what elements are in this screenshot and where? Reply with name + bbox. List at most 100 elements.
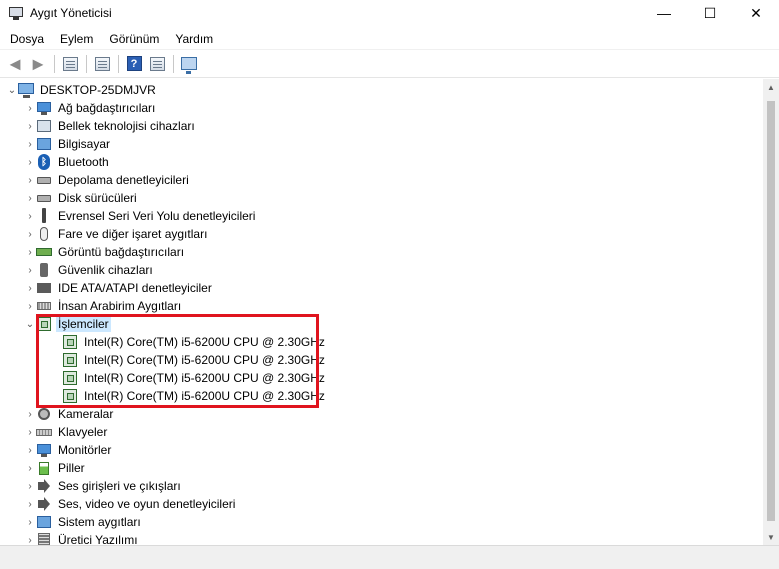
scrollbar-thumb[interactable] bbox=[767, 101, 775, 521]
collapsed-chevron-icon[interactable]: › bbox=[24, 243, 36, 261]
collapsed-chevron-icon[interactable]: › bbox=[24, 153, 36, 171]
no-expander bbox=[50, 351, 62, 369]
tree-item-network-adapters[interactable]: › Ağ bağdaştırıcıları bbox=[24, 99, 157, 117]
tree-item-memory-devices[interactable]: › Bellek teknolojisi cihazları bbox=[24, 117, 197, 135]
tree-item-processors[interactable]: ⌄ İşlemciler bbox=[24, 315, 111, 333]
back-button[interactable]: ◄ bbox=[4, 53, 26, 75]
collapsed-chevron-icon[interactable]: › bbox=[24, 189, 36, 207]
tree-item-label: Ağ bağdaştırıcıları bbox=[58, 101, 156, 115]
tree-item-label: Kameralar bbox=[58, 407, 114, 421]
window-title: Aygıt Yöneticisi bbox=[30, 6, 112, 20]
tree-item-batteries[interactable]: › Piller bbox=[24, 459, 87, 477]
tree-item-label: Ses, video ve oyun denetleyicileri bbox=[58, 497, 236, 511]
action-pane-icon bbox=[149, 56, 165, 71]
collapsed-chevron-icon[interactable]: › bbox=[24, 441, 36, 459]
menu-help[interactable]: Yardım bbox=[167, 29, 221, 49]
tree-item-label: Intel(R) Core(TM) i5-6200U CPU @ 2.30GHz bbox=[84, 389, 325, 403]
show-hide-console-tree-button[interactable] bbox=[59, 53, 81, 75]
tree-item-disk-drives[interactable]: › Disk sürücüleri bbox=[24, 189, 139, 207]
help-button[interactable]: ? bbox=[123, 53, 145, 75]
monitor-icon bbox=[36, 442, 52, 458]
collapsed-chevron-icon[interactable]: › bbox=[24, 225, 36, 243]
close-button[interactable]: ✕ bbox=[733, 0, 779, 26]
tree-item-monitors[interactable]: › Monitörler bbox=[24, 441, 113, 459]
collapsed-chevron-icon[interactable]: › bbox=[24, 423, 36, 441]
tree-item-audio-io[interactable]: › Ses girişleri ve çıkışları bbox=[24, 477, 183, 495]
no-expander bbox=[50, 387, 62, 405]
collapsed-chevron-icon[interactable]: › bbox=[24, 117, 36, 135]
menu-view[interactable]: Görünüm bbox=[101, 29, 167, 49]
tree-item-cameras[interactable]: › Kameralar bbox=[24, 405, 115, 423]
hid-icon bbox=[36, 298, 52, 314]
toolbar-separator bbox=[118, 54, 119, 73]
toolbar: ◄ ► ? bbox=[0, 50, 779, 78]
tree-item-mice[interactable]: › Fare ve diğer işaret aygıtları bbox=[24, 225, 209, 243]
scan-hardware-button[interactable] bbox=[178, 53, 200, 75]
menu-action[interactable]: Eylem bbox=[52, 29, 101, 49]
tree-item-sound-video[interactable]: › Ses, video ve oyun denetleyicileri bbox=[24, 495, 237, 513]
scroll-up-icon[interactable]: ▲ bbox=[763, 79, 779, 95]
tree-item-label: Bellek teknolojisi cihazları bbox=[58, 119, 195, 133]
action-pane-button[interactable] bbox=[146, 53, 168, 75]
collapsed-chevron-icon[interactable]: › bbox=[24, 135, 36, 153]
tree-item-firmware[interactable]: › Üretici Yazılımı bbox=[24, 531, 140, 545]
tree-item-label: Görüntü bağdaştırıcıları bbox=[58, 245, 185, 259]
tree-root-label: DESKTOP-25DMJVR bbox=[40, 83, 156, 97]
tree-item-ide-controllers[interactable]: › IDE ATA/ATAPI denetleyiciler bbox=[24, 279, 214, 297]
vertical-scrollbar[interactable]: ▲ ▼ bbox=[763, 79, 779, 545]
forward-arrow-icon: ► bbox=[29, 53, 47, 74]
tree-item-cpu-1[interactable]: Intel(R) Core(TM) i5-6200U CPU @ 2.30GHz bbox=[50, 351, 327, 369]
no-expander bbox=[50, 333, 62, 351]
collapsed-chevron-icon[interactable]: › bbox=[24, 297, 36, 315]
help-icon: ? bbox=[126, 56, 142, 71]
collapsed-chevron-icon[interactable]: › bbox=[24, 99, 36, 117]
scroll-down-icon[interactable]: ▼ bbox=[763, 529, 779, 545]
tree-item-usb-controllers[interactable]: › Evrensel Seri Veri Yolu denetleyiciler… bbox=[24, 207, 257, 225]
collapsed-chevron-icon[interactable]: › bbox=[24, 171, 36, 189]
tree-item-storage-controllers[interactable]: › Depolama denetleyicileri bbox=[24, 171, 191, 189]
toolbar-separator bbox=[86, 54, 87, 73]
collapsed-chevron-icon[interactable]: › bbox=[24, 405, 36, 423]
collapsed-chevron-icon[interactable]: › bbox=[24, 513, 36, 531]
back-arrow-icon: ◄ bbox=[6, 53, 24, 74]
maximize-button[interactable]: ☐ bbox=[687, 0, 733, 26]
expanded-chevron-icon[interactable]: ⌄ bbox=[24, 315, 36, 333]
minimize-button[interactable]: — bbox=[641, 0, 687, 26]
processor-icon bbox=[36, 316, 52, 332]
collapsed-chevron-icon[interactable]: › bbox=[24, 207, 36, 225]
disk-drive-icon bbox=[36, 190, 52, 206]
collapsed-chevron-icon[interactable]: › bbox=[24, 459, 36, 477]
tree-item-cpu-3[interactable]: Intel(R) Core(TM) i5-6200U CPU @ 2.30GHz bbox=[50, 387, 327, 405]
tree-item-label: Üretici Yazılımı bbox=[58, 533, 138, 545]
scan-hardware-icon bbox=[181, 57, 197, 74]
storage-controller-icon bbox=[36, 172, 52, 188]
collapsed-chevron-icon[interactable]: › bbox=[24, 531, 36, 546]
network-adapter-icon bbox=[36, 100, 52, 116]
expanded-chevron-icon[interactable]: ⌄ bbox=[6, 81, 18, 99]
tree-item-computer[interactable]: › Bilgisayar bbox=[24, 135, 112, 153]
tree-root[interactable]: ⌄ DESKTOP-25DMJVR bbox=[6, 81, 158, 99]
collapsed-chevron-icon[interactable]: › bbox=[24, 261, 36, 279]
properties-button[interactable] bbox=[91, 53, 113, 75]
properties-icon bbox=[94, 56, 110, 71]
tree-item-bluetooth[interactable]: › ᛒ Bluetooth bbox=[24, 153, 111, 171]
tree-item-label: Fare ve diğer işaret aygıtları bbox=[58, 227, 208, 241]
forward-button[interactable]: ► bbox=[27, 53, 49, 75]
tree-item-display-adapters[interactable]: › Görüntü bağdaştırıcıları bbox=[24, 243, 186, 261]
memory-device-icon bbox=[36, 118, 52, 134]
tree-item-label: Disk sürücüleri bbox=[58, 191, 137, 205]
battery-icon bbox=[36, 460, 52, 476]
menu-file[interactable]: Dosya bbox=[0, 29, 52, 49]
collapsed-chevron-icon[interactable]: › bbox=[24, 477, 36, 495]
tree-item-keyboards[interactable]: › Klavyeler bbox=[24, 423, 109, 441]
collapsed-chevron-icon[interactable]: › bbox=[24, 279, 36, 297]
tree-item-label: Evrensel Seri Veri Yolu denetleyicileri bbox=[58, 209, 256, 223]
tree-item-security-devices[interactable]: › Güvenlik cihazları bbox=[24, 261, 155, 279]
tree-item-cpu-2[interactable]: Intel(R) Core(TM) i5-6200U CPU @ 2.30GHz bbox=[50, 369, 327, 387]
tree-item-hid[interactable]: › İnsan Arabirim Aygıtları bbox=[24, 297, 183, 315]
tree-item-system-devices[interactable]: › Sistem aygıtları bbox=[24, 513, 143, 531]
tree-item-cpu-0[interactable]: Intel(R) Core(TM) i5-6200U CPU @ 2.30GHz bbox=[50, 333, 327, 351]
toolbar-separator bbox=[54, 54, 55, 73]
collapsed-chevron-icon[interactable]: › bbox=[24, 495, 36, 513]
window-controls: — ☐ ✕ bbox=[641, 0, 779, 26]
